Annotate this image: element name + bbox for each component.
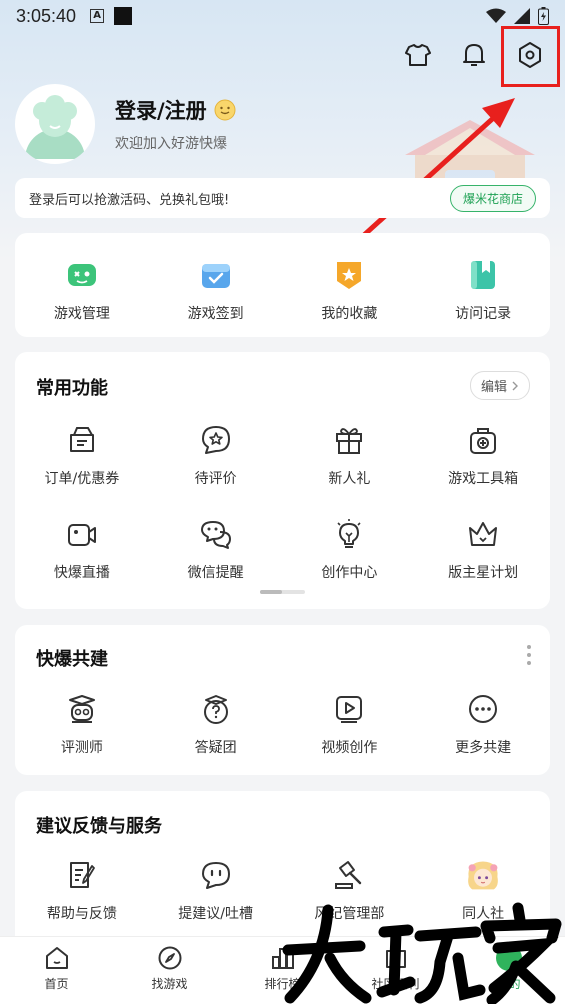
- tab-find-games[interactable]: 找游戏: [113, 937, 226, 1004]
- skin-button[interactable]: [401, 38, 435, 72]
- quick-item-label: 游戏签到: [187, 306, 244, 322]
- help-feedback-button[interactable]: 帮助与反馈: [15, 857, 149, 923]
- common-item-label: 创作中心: [321, 565, 378, 581]
- tshirt-icon: [405, 44, 431, 66]
- quick-item-label: 游戏管理: [53, 306, 110, 322]
- login-notice-bar: 登录后可以抢激活码、兑换礼包哦! 爆米花商店: [15, 178, 550, 218]
- tab-home[interactable]: 首页: [0, 937, 113, 1004]
- notification-a-icon: A: [90, 9, 105, 23]
- lightbulb-icon: [337, 519, 361, 548]
- qa-team-button[interactable]: 答疑团: [149, 691, 283, 757]
- common-item-label: 游戏工具箱: [448, 471, 519, 487]
- orders-coupons-button[interactable]: 订单/优惠券: [15, 422, 149, 488]
- tab-label: 首页: [44, 977, 69, 991]
- page-indicator: [260, 590, 305, 594]
- status-time: 3:05:40: [16, 5, 77, 26]
- video-creation-button[interactable]: 视频创作: [283, 691, 417, 757]
- wechat-icon: [200, 521, 231, 549]
- gamepad-icon: [67, 264, 96, 286]
- moderator-plan-button[interactable]: 版主星计划: [416, 516, 550, 582]
- visit-history-button[interactable]: 访问记录: [416, 257, 550, 323]
- popcorn-shop-button[interactable]: 爆米花商店: [449, 184, 536, 212]
- edit-button[interactable]: 编辑: [469, 371, 530, 400]
- status-bar: 3:05:40 A: [0, 0, 565, 32]
- bell-icon: [463, 44, 485, 66]
- video-camera-icon: [67, 524, 96, 546]
- creator-center-button[interactable]: 创作中心: [283, 516, 417, 582]
- reviewer-icon: [68, 695, 95, 723]
- gift-icon: [336, 428, 363, 454]
- star-bubble-icon: [201, 426, 230, 454]
- smiley-emoji-icon: [214, 99, 236, 121]
- tab-label: 找游戏: [151, 977, 188, 991]
- profile-section[interactable]: 登录/注册 欢迎加入好游快爆: [15, 84, 237, 164]
- login-register-link[interactable]: 登录/注册: [115, 95, 237, 125]
- pending-review-button[interactable]: 待评价: [149, 422, 283, 488]
- feedback-title: 建议反馈与服务: [36, 816, 162, 837]
- common-item-label: 版主星计划: [448, 565, 519, 581]
- play-icon: [336, 696, 363, 723]
- chevron-right-icon: [512, 381, 518, 390]
- help-doc-icon: [69, 862, 95, 888]
- quick-item-label: 访问记录: [455, 306, 512, 322]
- chat-icon: [201, 862, 230, 889]
- notice-text: 登录后可以抢激活码、兑换礼包哦!: [29, 192, 230, 208]
- default-avatar-icon: [25, 95, 85, 159]
- co-build-card: 快爆共建 评测师 答疑团 视频创作 更多共建: [15, 625, 550, 775]
- calendar-check-icon: [201, 264, 230, 288]
- dawanjia-watermark-logo: [282, 902, 562, 1004]
- notification-square-icon: [114, 7, 133, 25]
- build-item-label: 更多共建: [455, 740, 512, 756]
- game-manage-button[interactable]: 游戏管理: [15, 257, 149, 323]
- welcome-subtitle: 欢迎加入好游快爆: [115, 136, 227, 152]
- common-item-label: 订单/优惠券: [44, 471, 120, 487]
- reviewer-button[interactable]: 评测师: [15, 691, 149, 757]
- quick-actions-card: 游戏管理 游戏签到 我的收藏 访问记录: [15, 233, 550, 337]
- game-checkin-button[interactable]: 游戏签到: [149, 257, 283, 323]
- build-item-label: 评测师: [60, 740, 103, 756]
- avatar[interactable]: [15, 84, 95, 164]
- gavel-icon: [335, 861, 362, 889]
- build-item-label: 答疑团: [194, 740, 237, 756]
- home-icon: [45, 947, 68, 969]
- build-item-label: 视频创作: [321, 740, 378, 756]
- login-title-text: 登录/注册: [115, 99, 207, 123]
- more-options-icon[interactable]: [526, 645, 532, 665]
- common-item-label: 快爆直播: [53, 565, 110, 581]
- game-toolbox-button[interactable]: 游戏工具箱: [416, 422, 550, 488]
- battery-icon: [538, 7, 549, 25]
- feedback-item-label: 帮助与反馈: [46, 906, 117, 922]
- quick-item-label: 我的收藏: [321, 306, 378, 322]
- more-co-build-button[interactable]: 更多共建: [416, 691, 550, 757]
- wechat-reminder-button[interactable]: 微信提醒: [149, 516, 283, 582]
- suggestion-button[interactable]: 提建议/吐槽: [149, 857, 283, 923]
- common-functions-card: 常用功能 编辑 订单/优惠券 待评价 新人礼 游戏工具箱 快爆直播 微信提醒 创…: [15, 352, 550, 609]
- bookmark-book-icon: [471, 261, 496, 289]
- crown-icon: [469, 522, 498, 546]
- feedback-item-label: 提建议/吐槽: [178, 906, 253, 922]
- wifi-icon: [486, 8, 506, 23]
- newbie-gift-button[interactable]: 新人礼: [283, 422, 417, 488]
- common-item-label: 微信提醒: [187, 565, 244, 581]
- compass-icon: [158, 946, 181, 970]
- notifications-button[interactable]: [457, 38, 491, 72]
- edit-label: 编辑: [480, 380, 507, 395]
- common-item-label: 待评价: [194, 471, 237, 487]
- my-favorites-button[interactable]: 我的收藏: [283, 257, 417, 323]
- coupon-icon: [69, 427, 94, 452]
- toolbox-icon: [470, 428, 497, 454]
- settings-highlight-box: [501, 26, 560, 87]
- live-stream-button[interactable]: 快爆直播: [15, 516, 149, 582]
- star-badge-icon: [337, 262, 362, 289]
- more-icon: [469, 695, 498, 723]
- anime-avatar-icon: [468, 861, 498, 890]
- signal-icon: [514, 8, 530, 24]
- co-build-title: 快爆共建: [36, 649, 108, 670]
- common-functions-title: 常用功能: [36, 378, 108, 399]
- common-item-label: 新人礼: [328, 471, 371, 487]
- question-icon: [203, 695, 228, 724]
